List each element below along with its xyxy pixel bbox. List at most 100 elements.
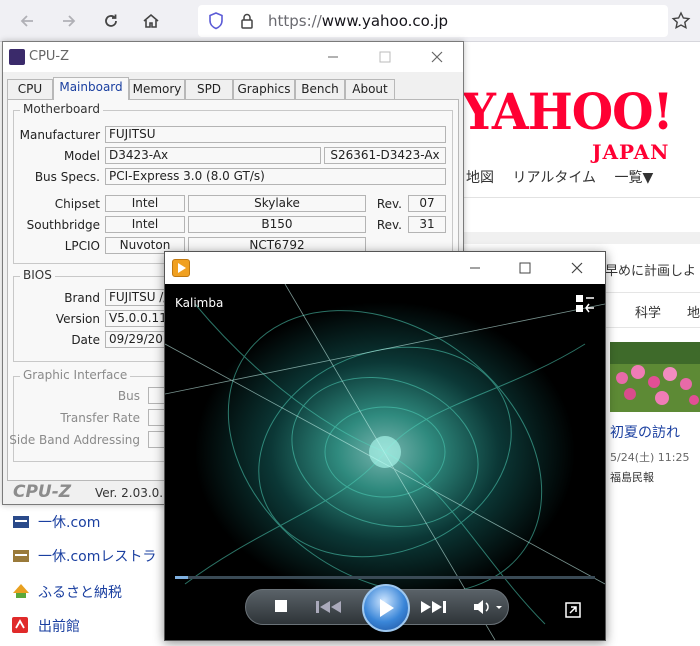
service-item[interactable]: 一休.comレストラ [12, 546, 156, 566]
tab-memory[interactable]: Memory [129, 79, 185, 99]
close-button[interactable] [557, 257, 597, 279]
group-label: Graphic Interface [20, 368, 131, 382]
manufacturer-label: Manufacturer [19, 128, 100, 142]
shield-icon[interactable] [208, 12, 224, 30]
maximize-button[interactable] [505, 257, 545, 279]
tab-bench[interactable]: Bench [295, 79, 345, 99]
lock-icon[interactable] [240, 12, 254, 30]
arrow-right-icon [63, 15, 76, 27]
model-label: Model [63, 149, 100, 163]
home-button[interactable] [138, 8, 164, 34]
maximize-icon [519, 262, 531, 274]
reload-button[interactable] [98, 8, 124, 34]
play-icon [380, 599, 394, 617]
southbridge-label: Southbridge [26, 218, 100, 232]
bookmark-button[interactable] [668, 8, 694, 34]
url-protocol: https:// [268, 12, 322, 30]
transfer-rate-label: Transfer Rate [60, 411, 140, 425]
chipset-vendor: Intel [105, 195, 185, 212]
fullscreen-button[interactable] [565, 602, 581, 618]
service-item[interactable]: 出前館 [12, 616, 80, 636]
nav-map[interactable]: 地図 [466, 170, 494, 186]
close-button[interactable] [417, 46, 457, 68]
close-icon [431, 51, 443, 63]
tab-mainboard[interactable]: Mainboard [53, 77, 129, 100]
seek-bar[interactable] [175, 576, 595, 579]
topic-tab-science[interactable]: 科学 [635, 302, 661, 321]
service-label: 出前館 [38, 619, 80, 635]
bus-specs-label: Bus Specs. [34, 170, 100, 184]
next-icon [421, 601, 446, 613]
divider [462, 232, 700, 244]
yahoo-logo-sub: JAPAN [592, 140, 670, 164]
cpuz-app-icon [9, 49, 25, 65]
play-button[interactable] [362, 584, 410, 632]
minimize-button[interactable] [455, 257, 495, 279]
minimize-icon [328, 56, 338, 58]
yahoo-logo-word: YAHOO! [462, 82, 673, 141]
cpuz-version: Ver. 2.03.0. [95, 486, 164, 500]
group-label: Motherboard [20, 102, 103, 116]
model-extra-value: S26361-D3423-Ax [324, 147, 446, 164]
player-titlebar[interactable] [165, 252, 605, 284]
chipset-rev: 07 [408, 195, 446, 212]
close-icon [571, 262, 583, 274]
news-thumbnail[interactable] [610, 342, 700, 412]
southbridge-vendor: Intel [105, 216, 185, 233]
url-host: www.yahoo.co.jp [321, 12, 449, 30]
service-item[interactable]: ふるさと納税 [12, 582, 122, 602]
back-button[interactable] [14, 8, 40, 34]
switch-layout-icon [576, 295, 594, 313]
chipset-label: Chipset [54, 197, 100, 211]
brand-label: Brand [64, 291, 100, 305]
topic-tabs: 科学 地 [605, 292, 700, 328]
model-value: D3423-Ax [105, 147, 321, 164]
previous-button[interactable] [314, 598, 344, 616]
ikkyu-icon [12, 515, 30, 529]
track-title: Kalimba [175, 296, 224, 310]
switch-to-library-button[interactable] [575, 294, 595, 317]
service-list: 一休.com 一休.comレストラ ふるさと納税 出前館 [0, 502, 175, 646]
rev-label: Rev. [376, 218, 402, 232]
maximize-icon [379, 51, 391, 63]
ikkyu-restaurant-icon [12, 549, 30, 563]
motherboard-group: Motherboard Manufacturer FUJITSU Model D… [13, 102, 453, 264]
volume-button[interactable] [472, 598, 506, 616]
southbridge-name: B150 [188, 216, 366, 233]
service-label: 一休.comレストラ [38, 549, 157, 565]
notice-text[interactable]: 早めに計画しよ [605, 260, 696, 279]
service-label: 一休.com [38, 515, 101, 531]
rev-label: Rev. [376, 197, 402, 211]
cpuz-logo: CPU-Z [13, 482, 72, 502]
service-label: ふるさと納税 [38, 585, 122, 601]
tab-graphics[interactable]: Graphics [233, 79, 295, 99]
maximize-button[interactable] [365, 46, 405, 68]
news-title[interactable]: 初夏の訪れ [610, 422, 680, 442]
nav-realtime[interactable]: リアルタイム [512, 170, 596, 186]
tab-about[interactable]: About [345, 79, 395, 99]
forward-button[interactable] [56, 8, 82, 34]
news-source: 福島民報 [610, 471, 654, 484]
topic-tab-region[interactable]: 地 [687, 302, 700, 321]
gi-bus-label: Bus [117, 389, 140, 403]
media-player-window: Kalimba [164, 251, 606, 641]
tab-spd[interactable]: SPD [185, 79, 233, 99]
demaecan-icon [12, 617, 30, 633]
speaker-icon [474, 600, 502, 614]
stop-button[interactable] [274, 599, 288, 613]
chipset-name: Skylake [188, 195, 366, 212]
next-button[interactable] [418, 598, 448, 616]
news-date: 5/24(土) 11:25 [610, 451, 690, 464]
lpcio-label: LPCIO [64, 239, 100, 253]
address-bar[interactable]: https://www.yahoo.co.jp [198, 5, 668, 37]
nav-list[interactable]: 一覧▼ [615, 170, 654, 186]
southbridge-rev: 31 [408, 216, 446, 233]
group-label: BIOS [20, 268, 55, 282]
cpuz-titlebar[interactable]: CPU-Z [3, 42, 463, 72]
tab-cpu[interactable]: CPU [7, 79, 53, 99]
star-icon [671, 11, 691, 30]
minimize-button[interactable] [313, 46, 353, 68]
minimize-icon [470, 267, 480, 269]
service-item[interactable]: 一休.com [12, 512, 100, 532]
visualization[interactable]: Kalimba [165, 284, 605, 640]
